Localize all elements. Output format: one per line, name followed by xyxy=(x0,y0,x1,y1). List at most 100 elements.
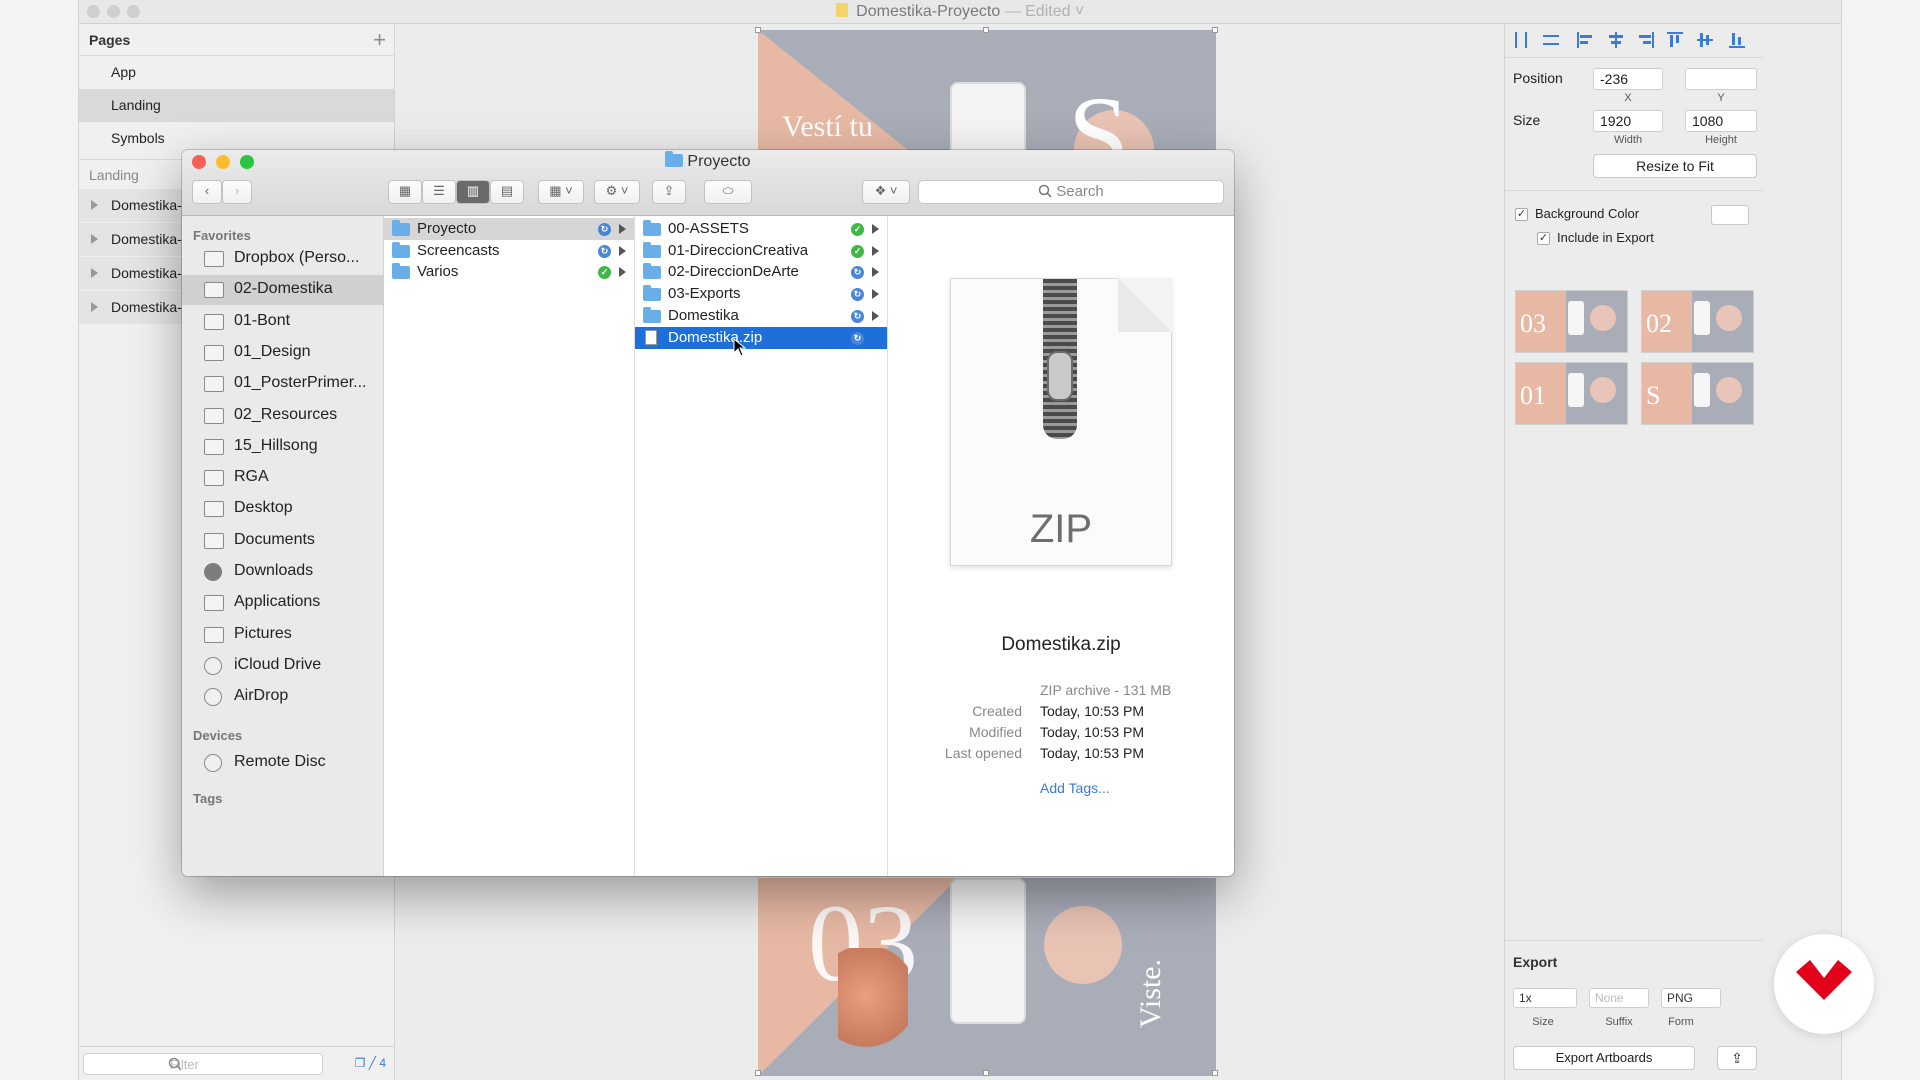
align-right-icon[interactable] xyxy=(1637,32,1655,48)
zip-file-icon: ZIP xyxy=(950,278,1172,566)
domestika-logo-mark xyxy=(1796,960,1852,1000)
artboard-circle xyxy=(1044,906,1122,984)
list-item[interactable]: 01-DireccionCreativa ✓ xyxy=(635,240,887,262)
selection-handle[interactable] xyxy=(1212,1070,1218,1076)
add-tags-link[interactable]: Add Tags... xyxy=(1040,780,1110,796)
sidebar-item-label: Documents xyxy=(234,530,315,548)
search-icon xyxy=(1038,184,1052,198)
sidebar-item[interactable]: 01_Design xyxy=(182,338,384,368)
sidebar-item[interactable]: Pictures xyxy=(182,620,384,650)
list-item[interactable]: 02-DireccionDeArte ↻ xyxy=(635,261,887,283)
gallery-view-button[interactable]: ▤ xyxy=(490,180,524,204)
list-item[interactable]: 03-Exports ↻ xyxy=(635,283,887,305)
selection-handle[interactable] xyxy=(983,1070,989,1076)
sidebar-item[interactable]: Documents xyxy=(182,526,384,556)
list-item[interactable]: Screencasts ↻ xyxy=(384,240,634,262)
background-color-checkbox[interactable]: ✓ xyxy=(1515,208,1528,221)
layer-footer-icons[interactable]: ❐ ╱ 4 xyxy=(355,1056,386,1070)
artboard-thumbnail[interactable]: 01 xyxy=(1515,362,1628,425)
layer-filter-input[interactable]: Filter xyxy=(83,1053,323,1075)
slice-icon[interactable]: ╱ xyxy=(369,1056,376,1070)
selection-handle[interactable] xyxy=(755,27,761,33)
sidebar-item[interactable]: 02_Resources xyxy=(182,401,384,431)
chevron-right-icon xyxy=(872,310,879,321)
selection-handle[interactable] xyxy=(1212,27,1218,33)
document-icon xyxy=(645,329,657,345)
zipper-pull xyxy=(1047,351,1073,401)
page-item-app[interactable]: App xyxy=(79,56,394,89)
sidebar-item[interactable]: Remote Disc xyxy=(182,748,384,778)
column-view-button[interactable]: ▥ xyxy=(456,180,490,204)
page-item-landing[interactable]: Landing xyxy=(79,89,394,122)
disclosure-triangle-icon[interactable] xyxy=(91,268,98,278)
disclosure-triangle-icon[interactable] xyxy=(91,200,98,210)
artboard-letter: S xyxy=(1068,74,1130,150)
list-item[interactable]: Varios ✓ xyxy=(384,261,634,283)
sidebar-item-label: iCloud Drive xyxy=(234,655,322,673)
sidebar-item[interactable]: 15_Hillsong xyxy=(182,432,384,462)
artboard-bottom[interactable]: 03 Viste. xyxy=(758,878,1216,1076)
y-input[interactable] xyxy=(1685,68,1757,90)
sidebar-item[interactable]: Dropbox (Perso... xyxy=(182,244,384,274)
disclosure-triangle-icon[interactable] xyxy=(91,234,98,244)
export-size-select[interactable]: 1x xyxy=(1513,988,1577,1008)
align-bottom-icon[interactable] xyxy=(1729,32,1747,48)
share-icon[interactable]: ⇪ xyxy=(1717,1046,1757,1070)
edited-status[interactable]: — Edited ˅ xyxy=(1005,3,1085,20)
folder-icon xyxy=(643,263,661,280)
action-gear-button[interactable]: ⚙ ˅ xyxy=(594,180,640,204)
sidebar-item[interactable]: Downloads xyxy=(182,557,384,587)
copy-icon[interactable]: ❐ xyxy=(355,1056,366,1070)
dropbox-menu-button[interactable]: ❖ ˅ xyxy=(862,180,910,204)
background-color-swatch[interactable] xyxy=(1711,205,1749,225)
forward-button[interactable]: › xyxy=(222,180,252,204)
export-format-select[interactable]: PNG xyxy=(1661,988,1721,1008)
add-page-button[interactable]: + xyxy=(373,27,386,53)
sidebar-item[interactable]: RGA xyxy=(182,463,384,493)
search-input[interactable]: Search xyxy=(918,180,1224,204)
back-button[interactable]: ‹ xyxy=(192,180,222,204)
align-top-icon[interactable] xyxy=(1667,32,1685,48)
x-input[interactable]: -236 xyxy=(1593,68,1663,90)
list-item[interactable]: Domestika.zip ↻ xyxy=(635,326,887,349)
sidebar-item[interactable]: 01-Bont xyxy=(182,307,384,337)
align-middle-icon[interactable] xyxy=(1697,32,1715,48)
folder-icon xyxy=(643,306,661,323)
artboard-thumbnail[interactable]: 02 xyxy=(1641,290,1754,353)
icon-view-button[interactable]: ▦ xyxy=(388,180,422,204)
width-input[interactable]: 1920 xyxy=(1593,110,1663,132)
finder-toolbar: Proyecto ‹ › ▦ ☰ ▥ ▤ ▦ ˅ ⚙ ˅ ⇪ ⬭ ❖ ˅ Sea… xyxy=(182,150,1234,216)
folder-icon xyxy=(392,220,410,236)
sidebar-item[interactable]: AirDrop xyxy=(182,682,384,712)
disclosure-triangle-icon[interactable] xyxy=(91,302,98,312)
sidebar-item[interactable]: 02-Domestika xyxy=(182,275,384,306)
group-by-button[interactable]: ▦ ˅ xyxy=(538,180,584,204)
align-left-icon[interactable] xyxy=(1577,32,1595,48)
sidebar-item[interactable]: iCloud Drive xyxy=(182,651,384,681)
export-artboards-button[interactable]: Export Artboards xyxy=(1513,1046,1695,1070)
sidebar-item[interactable]: 01_PosterPrimer... xyxy=(182,369,384,399)
artboard-top[interactable]: Vestí tu S xyxy=(758,30,1216,150)
folder-icon xyxy=(392,263,410,280)
artboard-thumbnail[interactable]: 03 xyxy=(1515,290,1628,353)
artboard-thumbnail[interactable]: S xyxy=(1641,362,1754,425)
sidebar-item[interactable]: Applications xyxy=(182,588,384,618)
share-button[interactable]: ⇪ xyxy=(652,180,686,204)
align-center-icon[interactable] xyxy=(1607,32,1625,48)
distribute-vertical-icon[interactable] xyxy=(1543,32,1561,48)
list-view-button[interactable]: ☰ xyxy=(422,180,456,204)
list-item[interactable]: Domestika ↻ xyxy=(635,305,887,327)
tags-button[interactable]: ⬭ xyxy=(704,180,752,204)
height-input[interactable]: 1080 xyxy=(1685,110,1757,132)
list-item[interactable]: 00-ASSETS ✓ xyxy=(635,218,887,240)
resize-to-fit-button[interactable]: Resize to Fit xyxy=(1593,154,1757,178)
include-in-export-checkbox[interactable]: ✓ xyxy=(1537,232,1550,245)
selection-handle[interactable] xyxy=(983,27,989,33)
disc-icon xyxy=(204,754,222,772)
export-suffix-input[interactable]: None xyxy=(1589,988,1649,1008)
list-item[interactable]: Proyecto ↻ xyxy=(384,218,634,240)
selection-handle[interactable] xyxy=(755,1070,761,1076)
chevron-right-icon xyxy=(872,289,879,300)
sidebar-item[interactable]: Desktop xyxy=(182,494,384,524)
distribute-horizontal-icon[interactable] xyxy=(1513,32,1531,48)
